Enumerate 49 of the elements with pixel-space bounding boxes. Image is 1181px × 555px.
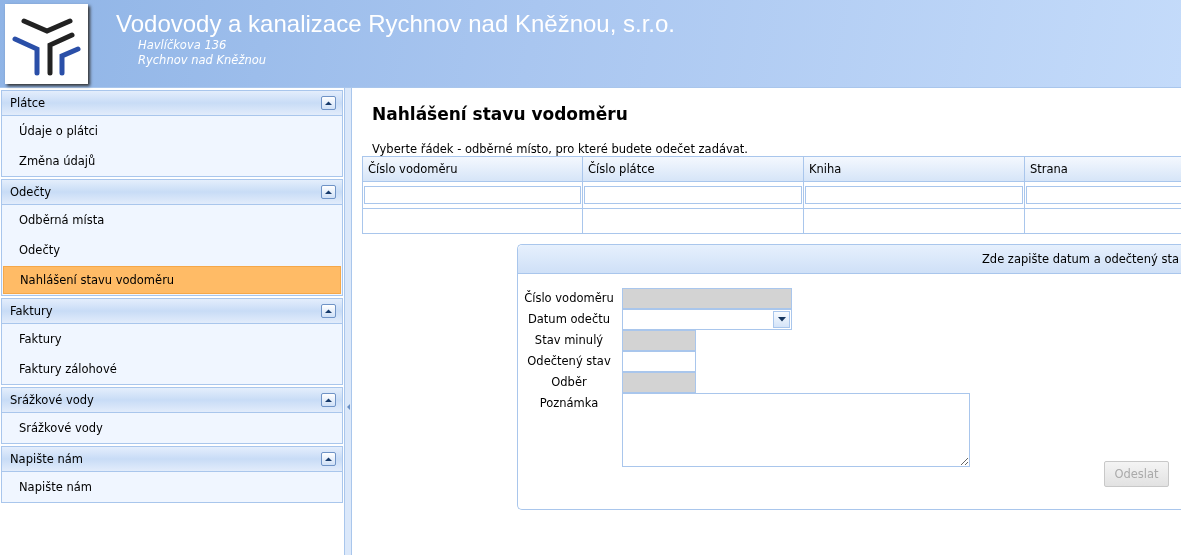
collapse-icon[interactable] (321, 185, 336, 199)
sidebar-item[interactable]: Nahlášení stavu vodoměru (3, 266, 341, 294)
sidebar-group-header[interactable]: Srážkové vody (2, 388, 342, 413)
filter-field[interactable] (364, 186, 581, 204)
sidebar-item[interactable]: Odečty (3, 235, 341, 265)
sidebar-item[interactable]: Napište nám (3, 472, 341, 502)
sidebar-item[interactable]: Srážkové vody (3, 413, 341, 443)
sidebar-item[interactable]: Údaje o plátci (3, 116, 341, 146)
sidebar-item[interactable]: Odběrná místa (3, 205, 341, 235)
filter-field[interactable] (805, 186, 1023, 204)
sidebar-item[interactable]: Faktury zálohové (3, 354, 341, 384)
sidebar-group-header[interactable]: Plátce (2, 91, 342, 116)
dropdown-icon[interactable] (773, 311, 790, 328)
collapse-icon[interactable] (321, 304, 336, 318)
group-title: Faktury (10, 304, 53, 318)
column-header[interactable]: Číslo vodoměru (363, 157, 583, 182)
field-label: Stav minulý (533, 332, 605, 349)
address-line: Havlíčkova 136 (138, 38, 228, 53)
sidebar-group-header[interactable]: Napište nám (2, 447, 342, 472)
field-label: Odečtený stav (526, 353, 612, 370)
field-label: Poznámka (538, 395, 600, 412)
group-title: Napište nám (10, 452, 83, 466)
splitter-handle-icon[interactable] (346, 403, 350, 410)
date-field[interactable] (622, 309, 792, 330)
page-title: Nahlášení stavu vodoměru (372, 104, 629, 126)
sidebar-group-header[interactable]: Odečty (2, 180, 342, 205)
company-name: Vodovody a kanalizace Rychnov nad Kněžnou, s.r.o. (116, 10, 676, 38)
field-label: Odběr (550, 374, 588, 391)
column-header[interactable]: Kniha (804, 157, 1025, 182)
filter-field[interactable] (1026, 186, 1181, 204)
sidebar-item[interactable]: Změna údajů (3, 146, 341, 176)
filter-field[interactable] (584, 186, 802, 204)
collapse-icon[interactable] (321, 452, 336, 466)
collapse-icon[interactable] (321, 393, 336, 407)
input-field[interactable] (622, 351, 696, 372)
field-label: Datum odečtu (526, 311, 612, 328)
instruction-text: Vyberte řádek - odběrné místo, pro které budete odečet zadávat. (372, 142, 750, 156)
sidebar-item[interactable]: Faktury (3, 324, 341, 354)
column-header[interactable]: Strana (1025, 157, 1181, 182)
group-title: Srážkové vody (10, 393, 94, 407)
sidebar-group-header[interactable]: Faktury (2, 299, 342, 324)
field-label: Číslo vodoměru (523, 289, 615, 307)
note-field[interactable] (622, 393, 970, 467)
collapse-icon[interactable] (321, 96, 336, 110)
panel-title: Zde zapište datum a odečtený sta (981, 252, 1179, 266)
address-line: Rychnov nad Kněžnou (138, 53, 268, 68)
column-header[interactable]: Číslo plátce (583, 157, 804, 182)
group-title: Plátce (10, 96, 46, 110)
group-title: Odečty (10, 185, 52, 199)
